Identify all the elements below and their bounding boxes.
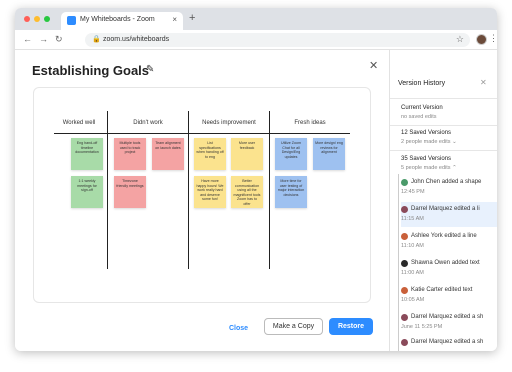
browser-menu-icon[interactable]: ⋮	[489, 33, 497, 44]
panel-close-icon[interactable]: ✕	[480, 78, 487, 87]
version-entry[interactable]: Ashlee York edited a line 11:10 AM	[401, 229, 497, 254]
close-button[interactable]: Close	[229, 325, 248, 332]
version-entry-time: 11:10 AM	[401, 243, 424, 249]
url-text: zoom.us/whiteboards	[103, 36, 170, 43]
saved-versions-group-toggle[interactable]: 5 people made edits ⌃	[401, 165, 457, 171]
back-icon[interactable]: ←	[23, 34, 32, 44]
zoom-logo-icon	[67, 16, 76, 25]
version-entry[interactable]: Darrel Marquez edited a sh June 11 5:25 …	[401, 310, 497, 335]
sticky-note[interactable]: Utilize Zoom Chat for all Design/Eng upd…	[275, 138, 307, 170]
avatar	[401, 206, 408, 213]
sticky-note[interactable]: More design/ eng reviews for alignment	[313, 138, 345, 170]
column-divider	[188, 111, 189, 269]
tab-bar: My Whiteboards - Zoom × +	[15, 8, 497, 30]
version-timeline-line	[398, 174, 399, 351]
sticky-note[interactable]: Team alignment on launch dates	[152, 138, 184, 170]
lock-icon: 🔒	[92, 36, 101, 43]
retro-header-line	[54, 133, 350, 134]
maximize-window-button[interactable]	[44, 16, 50, 22]
profile-avatar[interactable]	[476, 34, 487, 45]
forward-icon[interactable]: →	[39, 34, 48, 44]
tab-title: My Whiteboards - Zoom	[80, 16, 155, 23]
version-entry-text: John Chen added a shape	[411, 179, 482, 185]
avatar	[401, 179, 408, 186]
version-entry[interactable]: John Chen added a shape 12:45 PM	[401, 175, 497, 200]
current-version-sub: no saved edits	[401, 114, 437, 120]
address-bar-row: ← → ↻ 🔒 zoom.us/whiteboards ☆ ⋮	[15, 30, 497, 50]
version-entry-time: 11:15 AM	[401, 216, 424, 222]
version-entry[interactable]: Shawna Owen added text 11:00 AM	[401, 256, 497, 281]
whiteboard-preview-modal: Establishing Goals ✎ ✕ Worked well Didn'…	[15, 50, 389, 351]
reload-icon[interactable]: ↻	[55, 34, 63, 45]
column-header-worked-well: Worked well	[62, 120, 96, 126]
tab-close-icon[interactable]: ×	[172, 15, 177, 24]
sticky-note[interactable]: 1:1 weekly meetings for sign-off	[71, 176, 103, 208]
divider	[390, 150, 497, 151]
sticky-note[interactable]: List specifications when handing off to …	[194, 138, 226, 170]
modal-close-icon[interactable]: ✕	[369, 59, 378, 72]
version-entry-text: Katie Carter edited text	[411, 287, 473, 293]
version-entry-text: Darrel Marquez edited a sh	[411, 339, 484, 345]
new-tab-button[interactable]: +	[189, 12, 195, 24]
browser-tab[interactable]: My Whiteboards - Zoom ×	[61, 12, 183, 30]
make-a-copy-button[interactable]: Make a Copy	[264, 318, 323, 335]
version-entry[interactable]: Katie Carter edited text 10:05 AM	[401, 283, 497, 308]
avatar	[401, 233, 408, 240]
avatar	[401, 339, 408, 346]
page-content: Establishing Goals ✎ ✕ Worked well Didn'…	[15, 50, 497, 351]
pencil-icon[interactable]: ✎	[146, 64, 154, 75]
restore-button[interactable]: Restore	[329, 318, 373, 335]
whiteboard-canvas: Worked well Didn't work Needs improvemen…	[33, 87, 371, 303]
bookmark-star-icon[interactable]: ☆	[456, 34, 464, 45]
divider	[390, 98, 497, 99]
column-header-didnt-work: Didn't work	[133, 120, 163, 126]
column-divider	[269, 111, 270, 269]
version-entry-time: June 11 5:25 PM	[401, 324, 443, 330]
divider	[390, 125, 497, 126]
avatar	[401, 314, 408, 321]
version-entry-text: Darrel Marquez edited a li	[411, 206, 480, 212]
sticky-note[interactable]: More time for user testing of major inte…	[275, 176, 307, 208]
current-version-label[interactable]: Current Version	[401, 105, 443, 111]
version-entry-text: Ashlee York edited a line	[411, 233, 477, 239]
sticky-note[interactable]: Better communication using all the magni…	[231, 176, 263, 208]
column-header-fresh-ideas: Fresh ideas	[294, 120, 326, 126]
sticky-note[interactable]: More user feedback	[231, 138, 263, 170]
close-window-button[interactable]	[24, 16, 30, 22]
version-entry-text: Shawna Owen added text	[411, 260, 480, 266]
panel-title: Version History	[398, 80, 446, 87]
saved-versions-group-toggle[interactable]: 2 people made edits ⌄	[401, 139, 457, 145]
version-entry-time: 12:45 PM	[401, 189, 425, 195]
saved-versions-group-title[interactable]: 12 Saved Versions	[401, 130, 451, 136]
version-entry-selected[interactable]: Darrel Marquez edited a li 11:15 AM	[401, 202, 497, 227]
version-entry-text: Darrel Marquez edited a sh	[411, 314, 484, 320]
url-field[interactable]: 🔒 zoom.us/whiteboards ☆	[85, 33, 470, 47]
version-entry-time: 10:05 AM	[401, 297, 425, 303]
version-entry[interactable]: Darrel Marquez edited a sh	[401, 335, 497, 351]
avatar	[401, 260, 408, 267]
column-header-needs-improvement: Needs improvement	[202, 120, 256, 126]
sticky-note[interactable]: Multiple tools used to track project	[114, 138, 146, 170]
column-divider	[107, 111, 108, 269]
minimize-window-button[interactable]	[34, 16, 40, 22]
sticky-note[interactable]: Have more happy hours! We work really ha…	[194, 176, 226, 208]
version-history-panel: Version History ✕ Current Version no sav…	[389, 50, 497, 351]
avatar	[401, 287, 408, 294]
browser-window: My Whiteboards - Zoom × + ← → ↻ 🔒 zoom.u…	[15, 8, 497, 351]
page-title: Establishing Goals	[32, 63, 150, 78]
sticky-note[interactable]: Timezone friendly meetings	[114, 176, 146, 208]
saved-versions-group-title[interactable]: 35 Saved Versions	[401, 156, 451, 162]
version-entry-time: 11:00 AM	[401, 270, 424, 276]
sticky-note[interactable]: Eng hand-off timeline documentation	[71, 138, 103, 170]
